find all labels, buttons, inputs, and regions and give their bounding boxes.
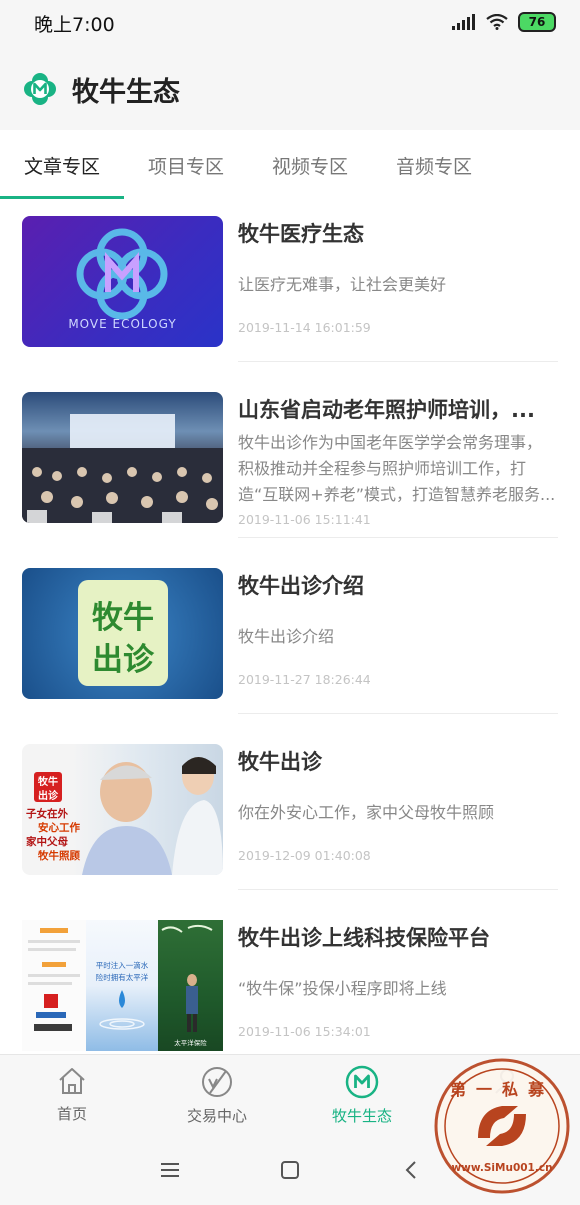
ecology-m-icon (345, 1065, 379, 1099)
status-bar: 晚上7:00 76 (0, 0, 580, 46)
article-description: “牧牛保”投保小程序即将上线 (238, 979, 447, 998)
article-date: 2019-11-27 18:26:44 (238, 672, 371, 687)
article-description: 牧牛出诊作为中国老年医学学会常务理事，积极推动并全程参与照护师培训工作，打造“互… (238, 433, 556, 504)
divider (238, 361, 558, 362)
tabbar-item-ecology[interactable]: 牧牛生态 (302, 1065, 422, 1126)
article-date: 2019-12-09 01:40:08 (238, 848, 371, 863)
tab-videos[interactable]: 视频专区 (272, 152, 348, 179)
article-description: 牧牛出诊介绍 (238, 627, 335, 646)
tabbar-item-trade[interactable]: 交易中心 (157, 1065, 277, 1126)
thumbnail-text: 牧牛 (92, 600, 154, 636)
article-item[interactable]: MOVE ECOLOGY 牧牛医疗生态 让医疗无难事，让社会更美好 2019-1… (0, 200, 580, 376)
article-description: 你在外安心工作，家中父母牧牛照顾 (238, 803, 495, 822)
article-thumbnail: 牧牛 出诊 (22, 568, 223, 699)
menu-icon[interactable] (156, 1156, 184, 1184)
article-item[interactable]: 牧牛 出诊 牧牛出诊介绍 牧牛出诊介绍 2019-11-27 18:26:44 (0, 552, 580, 728)
back-icon[interactable] (398, 1156, 426, 1184)
brochure-text: 太平洋保险 (174, 1039, 207, 1047)
home-icon (59, 1068, 85, 1094)
divider (238, 889, 558, 890)
clover-m-logo-icon (24, 73, 56, 105)
watermark-text-top: 第一私募 (449, 1080, 554, 1099)
article-title: 牧牛医疗生态 (238, 222, 364, 246)
wifi-icon (486, 14, 508, 30)
article-thumbnail: MOVE ECOLOGY (22, 216, 223, 347)
tabbar-item-home[interactable]: 首页 (12, 1065, 132, 1124)
trade-icon (202, 1067, 232, 1097)
brochure-panel-left (22, 920, 87, 1051)
tabbar-label: 牧牛生态 (331, 1107, 392, 1125)
watermark-seal: 第一私募 www.SiMu001.cn (432, 1056, 572, 1196)
thumbnail-text: 出诊 (92, 642, 154, 678)
article-thumbnail (22, 392, 223, 523)
active-tab-indicator (0, 196, 124, 199)
signal-icon (452, 14, 475, 30)
category-tabs: 文章专区 项目专区 视频专区 音频专区 (0, 130, 580, 200)
article-title: 山东省启动老年照护师培训，... (238, 398, 535, 422)
page-title: 牧牛生态 (72, 77, 180, 108)
tab-projects[interactable]: 项目专区 (148, 152, 224, 179)
brochure-panel-middle: 平时注入一滴水 险时拥有太平洋 (86, 920, 158, 1051)
brochure-panel-right: 太平洋保险 (158, 920, 223, 1051)
thumbnail-caption: MOVE ECOLOGY (68, 317, 177, 331)
divider (238, 713, 558, 714)
divider (238, 537, 558, 538)
article-thumbnail: 平时注入一滴水 险时拥有太平洋 太平洋保险 (22, 920, 223, 1051)
article-title: 牧牛出诊上线科技保险平台 (238, 926, 490, 950)
square-home-icon[interactable] (276, 1156, 304, 1184)
battery-icon: 76 (518, 12, 556, 32)
tabbar-label: 首页 (56, 1105, 87, 1123)
tab-audio[interactable]: 音频专区 (396, 152, 472, 179)
tab-articles[interactable]: 文章专区 (24, 152, 100, 179)
status-icons: 76 (452, 12, 556, 32)
water-drop-icon (99, 990, 145, 1030)
caregiver-photo (82, 757, 223, 875)
article-date: 2019-11-06 15:11:41 (238, 512, 371, 527)
article-description: 让医疗无难事，让社会更美好 (238, 275, 447, 294)
conference-photo (22, 414, 223, 523)
watermark-text-bottom: www.SiMu001.cn (451, 1162, 553, 1174)
app-header: 牧牛生态 (0, 46, 580, 130)
article-title: 牧牛出诊介绍 (238, 574, 364, 598)
article-date: 2019-11-14 16:01:59 (238, 320, 371, 335)
article-date: 2019-11-06 15:34:01 (238, 1024, 371, 1039)
article-item[interactable]: 牧牛 出诊 子女在外 安心工作 家中父母 牧牛照顾 牧牛出诊 你在外安心工作，家… (0, 728, 580, 904)
tabbar-label: 交易中心 (186, 1107, 247, 1125)
brochure-photo (161, 924, 213, 1032)
article-item[interactable]: 山东省启动老年照护师培训，... 牧牛出诊作为中国老年医学学会常务理事，积极推动… (0, 376, 580, 552)
article-title: 牧牛出诊 (238, 750, 322, 774)
article-thumbnail: 牧牛 出诊 子女在外 安心工作 家中父母 牧牛照顾 (22, 744, 223, 875)
status-time: 晚上7:00 (34, 14, 115, 36)
